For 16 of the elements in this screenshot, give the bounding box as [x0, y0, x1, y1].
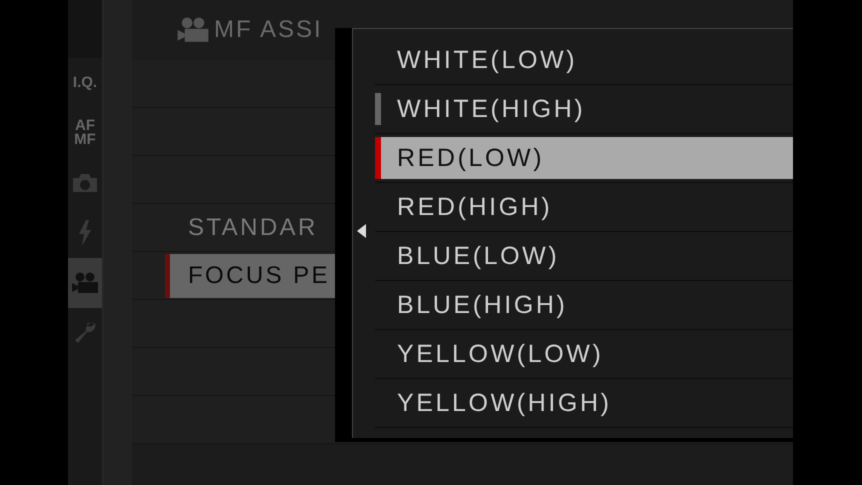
- option-item[interactable]: YELLOW(HIGH): [381, 382, 793, 424]
- option-item[interactable]: RED(LOW): [381, 137, 793, 179]
- sidebar-tab[interactable]: [68, 258, 102, 308]
- option-item[interactable]: RED(HIGH): [381, 186, 793, 228]
- movie-camera-icon: [176, 17, 210, 43]
- wrench-icon: [73, 321, 97, 345]
- option-item[interactable]: WHITE(LOW): [381, 39, 793, 81]
- lightning-icon: [78, 220, 92, 246]
- camera-icon: [72, 173, 98, 193]
- option-item[interactable]: BLUE(LOW): [381, 235, 793, 277]
- left-arrow-icon: [357, 224, 366, 238]
- option-item[interactable]: BLUE(HIGH): [381, 284, 793, 326]
- option-item[interactable]: WHITE(HIGH): [381, 88, 793, 130]
- movie-camera-icon: [71, 272, 99, 294]
- menu-title: MF ASSI: [214, 16, 323, 44]
- option-item[interactable]: YELLOW(LOW): [381, 333, 793, 375]
